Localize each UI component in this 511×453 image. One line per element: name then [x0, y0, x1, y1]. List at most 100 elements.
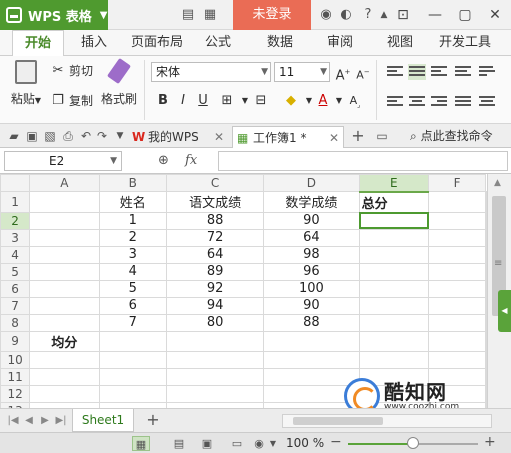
document-icon[interactable]: ▤	[180, 7, 196, 23]
column-header[interactable]: F	[428, 174, 486, 192]
help-icon[interactable]: ?	[360, 7, 376, 23]
cell-E9[interactable]	[358, 330, 430, 352]
side-panel-toggle[interactable]: ◀	[498, 290, 511, 332]
cell-A6[interactable]	[29, 279, 100, 298]
row-header[interactable]: 4	[0, 245, 31, 264]
column-header[interactable]: D	[263, 174, 360, 192]
cell-E10[interactable]	[358, 350, 430, 369]
minimize-button[interactable]: —	[420, 0, 450, 30]
bold-button[interactable]: B	[154, 92, 172, 110]
last-sheet-icon[interactable]: ▶|	[54, 413, 68, 429]
cell-C11[interactable]	[165, 367, 265, 386]
wrap-text-icon[interactable]	[454, 64, 472, 80]
cell-A7[interactable]	[29, 296, 100, 315]
align-center-icon[interactable]	[408, 94, 426, 110]
add-sheet-icon[interactable]: +	[144, 411, 162, 429]
zoom-slider-handle[interactable]	[407, 437, 419, 449]
cell-A4[interactable]	[29, 245, 100, 264]
ribbon-icon[interactable]: ▦	[202, 7, 218, 23]
align-middle-icon[interactable]	[408, 64, 426, 80]
cell-C3[interactable]: 72	[165, 228, 265, 247]
cell-F7[interactable]	[428, 296, 486, 315]
theme-icon[interactable]: ◐	[338, 7, 354, 23]
cell-E3[interactable]	[358, 228, 430, 247]
cell-E4[interactable]	[358, 245, 430, 264]
cell-D7[interactable]: 90	[263, 296, 360, 315]
scrollbar-thumb[interactable]	[293, 417, 383, 425]
undo-icon[interactable]: ↶	[78, 128, 94, 144]
cell-A11[interactable]	[29, 367, 100, 386]
copy-button[interactable]: ❐ 复制	[50, 92, 93, 109]
paste-button[interactable]: 粘贴▼	[6, 60, 46, 107]
close-icon[interactable]: ✕	[329, 127, 339, 149]
cell-A2[interactable]	[29, 211, 100, 230]
italic-button[interactable]: I	[174, 92, 192, 110]
border-icon[interactable]: ⊞	[218, 92, 236, 110]
minimize-ribbon-button[interactable]: ⊡	[388, 0, 418, 30]
row-header[interactable]: 1	[0, 191, 31, 213]
close-button[interactable]: ✕	[480, 0, 510, 30]
row-header[interactable]: 2	[0, 211, 31, 230]
cell-C8[interactable]: 80	[165, 313, 265, 332]
zoom-out-icon[interactable]: −	[330, 434, 342, 450]
chevron-down-icon[interactable]: ▼	[112, 128, 128, 144]
cell-E7[interactable]	[358, 296, 430, 315]
merge-cells-icon[interactable]: ⊟	[252, 92, 270, 110]
orientation-icon[interactable]	[478, 64, 496, 80]
row-header[interactable]: 6	[0, 279, 31, 298]
cell-A9[interactable]: 均分	[29, 330, 100, 352]
row-header[interactable]: 10	[0, 350, 31, 369]
cell-C1[interactable]: 语文成绩	[165, 191, 265, 213]
underline-button[interactable]: U	[194, 92, 212, 110]
tab-home[interactable]: 开始	[12, 30, 64, 57]
cell-A10[interactable]	[29, 350, 100, 369]
login-button[interactable]: 未登录	[233, 0, 311, 30]
command-search[interactable]: ⌕ 点此查找命令	[410, 126, 493, 146]
font-settings-icon[interactable]: A⌟	[346, 92, 364, 110]
align-left-icon[interactable]	[386, 94, 404, 110]
cell-E6[interactable]	[358, 279, 430, 298]
row-header[interactable]: 7	[0, 296, 31, 315]
page-break-view-icon[interactable]: ▣	[198, 436, 216, 451]
cell-F1[interactable]	[428, 191, 486, 213]
cell-A3[interactable]	[29, 228, 100, 247]
cell-C2[interactable]: 88	[165, 211, 265, 230]
page-layout-icon[interactable]: ▤	[170, 436, 188, 451]
cell-D6[interactable]: 100	[263, 279, 360, 298]
select-all-corner[interactable]	[0, 174, 31, 192]
skin-icon[interactable]: ◉	[318, 7, 334, 23]
scroll-up-icon[interactable]: ▲	[494, 178, 501, 188]
cell-D2[interactable]: 90	[263, 211, 360, 230]
tab-page-layout[interactable]: 页面布局	[124, 30, 190, 56]
cell-C12[interactable]	[165, 384, 265, 403]
cell-C10[interactable]	[165, 350, 265, 369]
justify-icon[interactable]	[454, 94, 472, 110]
tab-workbook[interactable]: ▦ 工作簿1 * ✕	[232, 126, 344, 148]
tab-review[interactable]: 审阅	[318, 30, 362, 56]
cell-B10[interactable]	[98, 350, 168, 369]
row-header[interactable]: 8	[0, 313, 31, 332]
align-right-icon[interactable]	[430, 94, 448, 110]
cell-B7[interactable]: 6	[98, 296, 168, 315]
zoom-in-icon[interactable]: +	[484, 434, 496, 450]
print-icon[interactable]: ⎙	[60, 128, 76, 144]
cell-F5[interactable]	[428, 262, 486, 281]
cell-D1[interactable]: 数学成绩	[263, 191, 360, 213]
cell-F10[interactable]	[428, 350, 486, 369]
redo-icon[interactable]: ↷	[94, 128, 110, 144]
cell-C4[interactable]: 64	[165, 245, 265, 264]
close-icon[interactable]: ✕	[214, 126, 224, 148]
format-painter-button[interactable]: 格式刷	[100, 57, 138, 107]
zoom-search-icon[interactable]: ⊕	[158, 153, 169, 168]
row-header[interactable]: 12	[0, 384, 31, 403]
horizontal-scrollbar[interactable]	[282, 414, 492, 428]
cell-B5[interactable]: 4	[98, 262, 168, 281]
font-size-select[interactable]: 11 ▼	[274, 62, 330, 82]
column-header-selected[interactable]: E	[358, 174, 430, 193]
decrease-font-icon[interactable]: A−	[354, 63, 372, 82]
cell-A12[interactable]	[29, 384, 100, 403]
first-sheet-icon[interactable]: |◀	[6, 413, 20, 429]
app-menu-button[interactable]: WPS 表格 ▼	[0, 0, 108, 30]
cell-F2[interactable]	[428, 211, 486, 230]
cell-F4[interactable]	[428, 245, 486, 264]
